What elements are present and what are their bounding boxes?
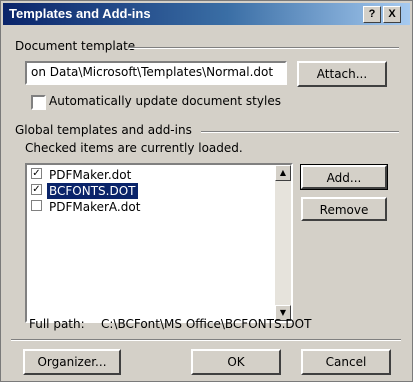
- auto-update-checkbox[interactable]: [31, 95, 46, 110]
- list-item-checkbox[interactable]: [31, 200, 42, 211]
- ok-button[interactable]: OK: [191, 349, 281, 375]
- list-item-checkbox[interactable]: ✓: [31, 168, 42, 179]
- template-path-field[interactable]: on Data\Microsoft\Templates\Normal.dot: [25, 61, 287, 85]
- dialog-title: Templates and Add-ins: [9, 6, 151, 21]
- list-item[interactable]: ✓ BCFONTS.DOT: [29, 183, 269, 199]
- list-item-label: PDFMakerA.dot: [49, 200, 141, 214]
- loaded-hint: Checked items are currently loaded.: [25, 141, 243, 155]
- organizer-button[interactable]: Organizer...: [23, 349, 121, 375]
- list-item[interactable]: PDFMakerA.dot: [29, 199, 269, 215]
- cancel-button[interactable]: Cancel: [301, 349, 391, 375]
- group-divider: [129, 47, 399, 49]
- document-template-label: Document template: [15, 39, 136, 53]
- dialog-window: Templates and Add-ins ? X Document templ…: [0, 0, 413, 382]
- scroll-up-icon[interactable]: ▲: [275, 165, 291, 181]
- remove-button[interactable]: Remove: [301, 197, 387, 221]
- group-divider: [201, 131, 399, 133]
- close-button[interactable]: X: [383, 6, 401, 23]
- list-scrollbar[interactable]: ▲ ▼: [275, 165, 291, 321]
- help-button[interactable]: ?: [363, 6, 381, 23]
- global-templates-label: Global templates and add-ins: [15, 123, 192, 137]
- list-item[interactable]: ✓ PDFMaker.dot: [29, 167, 269, 183]
- full-path-label: Full path:: [29, 317, 85, 331]
- list-item-label: PDFMaker.dot: [49, 168, 132, 182]
- list-item-checkbox[interactable]: ✓: [31, 184, 42, 195]
- title-bar[interactable]: Templates and Add-ins ? X: [3, 3, 410, 25]
- templates-listbox[interactable]: ✓ PDFMaker.dot ✓ BCFONTS.DOT PDFMakerA.d…: [25, 163, 293, 323]
- auto-update-label: Automatically update document styles: [49, 94, 281, 108]
- list-item-label: BCFONTS.DOT: [47, 183, 138, 199]
- attach-button[interactable]: Attach...: [297, 61, 387, 87]
- add-button[interactable]: Add...: [300, 164, 388, 190]
- full-path-value: C:\BCFont\MS Office\BCFONTS.DOT: [101, 317, 312, 331]
- footer-divider: [11, 339, 401, 341]
